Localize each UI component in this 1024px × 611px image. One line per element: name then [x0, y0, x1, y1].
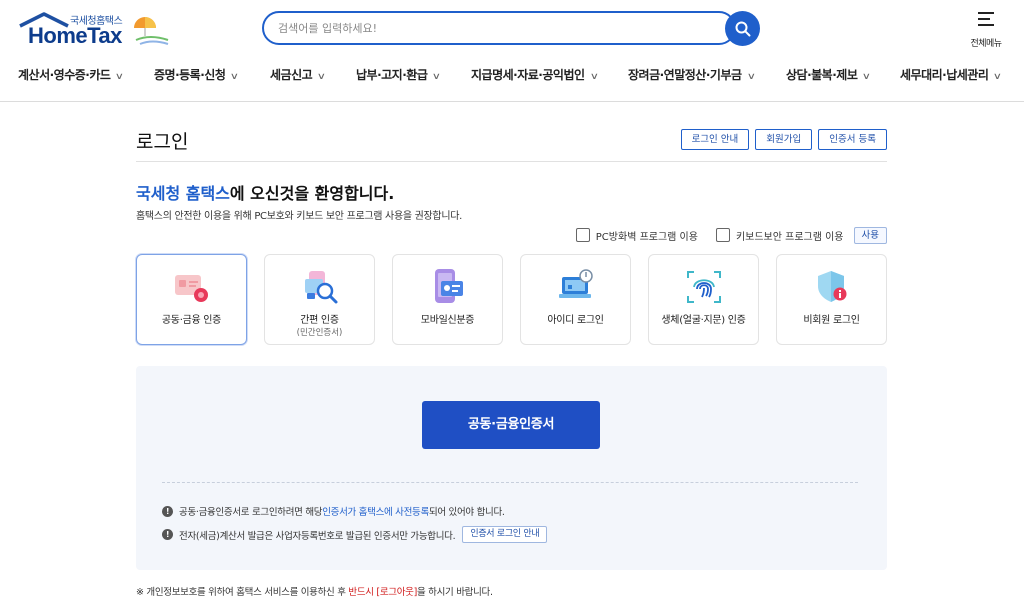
welcome-subtext: 홈택스의 안전한 이용을 위해 PC보호와 키보드 보안 프로그램 사용을 권장…: [136, 211, 463, 222]
panel-divider: [162, 482, 858, 483]
use-button[interactable]: 사용: [853, 226, 887, 244]
mobile-id-icon: [435, 269, 463, 303]
search-box: [262, 11, 736, 45]
method-label: 아이디 로그인: [547, 315, 604, 326]
chevron-down-icon: ∨: [862, 72, 871, 82]
nav-item-payment[interactable]: 납부·고지·환급 ∨: [356, 66, 441, 83]
chevron-down-icon: ∨: [115, 72, 124, 82]
hamburger-icon: [978, 12, 994, 26]
nav-item-invoices[interactable]: 계산서·영수증·카드 ∨: [18, 66, 124, 83]
search-button[interactable]: [725, 11, 760, 46]
welcome-heading: 국세청 홈택스에 오신것을 환영합니다.: [136, 184, 395, 203]
notice-tax-invoice: ! 전자(세금)계산서 발급은 사업자등록번호로 발급된 인증서만 가능합니다.…: [162, 526, 548, 543]
chevron-down-icon: ∨: [589, 72, 598, 82]
method-label: 공동·금융 인증: [161, 315, 222, 326]
method-mobile-id[interactable]: 모바일신분증: [392, 254, 503, 345]
title-divider: [136, 161, 887, 162]
shield-info-icon: [818, 271, 847, 302]
login-guide-button[interactable]: 로그인 안내: [680, 129, 750, 150]
method-simple-auth[interactable]: 간편 인증 (민간인증서): [264, 254, 375, 345]
chevron-down-icon: ∨: [316, 72, 326, 82]
laptop-id-icon: [559, 269, 593, 298]
umbrella-deco-icon: [134, 17, 169, 45]
method-label: 모바일신분증: [420, 315, 475, 326]
top-button-group: 로그인 안내 회원가입 인증서 등록: [680, 129, 887, 150]
keyboard-security-checkbox[interactable]: 키보드보안 프로그램 이용: [715, 228, 844, 243]
checkbox-box[interactable]: [715, 228, 730, 242]
joint-financial-cert-button[interactable]: 공동·금융인증서: [422, 401, 600, 449]
nav-item-consulting[interactable]: 상담·불복·제보 ∨: [786, 66, 871, 83]
method-joint-financial-cert[interactable]: 공동·금융 인증: [136, 254, 247, 345]
logo-text: HomeTax: [28, 23, 122, 48]
method-label: 생체(얼굴·지문) 인증: [661, 315, 746, 326]
method-label: 비회원 로그인: [803, 315, 860, 326]
info-icon: !: [162, 505, 173, 517]
nav-item-incentives[interactable]: 장려금·연말정산·기부금 ∨: [628, 66, 756, 83]
signup-button[interactable]: 회원가입: [755, 129, 813, 150]
method-id-login[interactable]: 아이디 로그인: [520, 254, 631, 345]
method-sublabel: (민간인증서): [296, 328, 343, 338]
cert-card-icon: [175, 275, 208, 302]
register-cert-button[interactable]: 인증서 등록: [818, 129, 887, 150]
nav-item-statements[interactable]: 지급명세·자료·공익법인 ∨: [471, 66, 599, 83]
chevron-down-icon: ∨: [230, 72, 239, 82]
hometax-logo[interactable]: 국세청홈택스 HomeTax: [18, 10, 169, 48]
nav-item-certificates[interactable]: 증명·등록·신청 ∨: [154, 66, 239, 83]
checkbox-box[interactable]: [575, 228, 590, 242]
notice-preregistration: ! 공동·금융인증서로 로그인하려면 해당 인증서가 홈택스에 사전등록 되어 있…: [162, 504, 505, 518]
logout-footnote: ※ 개인정보보호를 위하여 홈택스 서비스를 이용하신 후 반드시 [로그아웃]…: [136, 587, 493, 598]
security-options: PC방화벽 프로그램 이용 키보드보안 프로그램 이용 사용: [558, 226, 887, 244]
nav-divider: [0, 101, 1024, 102]
method-biometric[interactable]: 생체(얼굴·지문) 인증: [648, 254, 759, 345]
cert-login-panel: 공동·금융인증서 ! 공동·금융인증서로 로그인하려면 해당 인증서가 홈택스에…: [136, 366, 887, 570]
nav-item-tax-filing[interactable]: 세금신고 ∨: [270, 66, 326, 83]
fingerprint-icon: [687, 271, 721, 303]
all-menu-label: 전체메뉴: [970, 39, 1002, 49]
method-label: 간편 인증: [300, 315, 339, 326]
chevron-down-icon: ∨: [746, 72, 755, 82]
page-title: 로그인: [136, 131, 189, 153]
magnifier-card-icon: [305, 271, 338, 304]
nav-item-tax-agent[interactable]: 세무대리·납세관리 ∨: [900, 66, 1002, 83]
cert-login-guide-button[interactable]: 인증서 로그인 안내: [462, 526, 548, 543]
search-input[interactable]: [278, 18, 708, 38]
main-navigation: 계산서·영수증·카드 ∨ 증명·등록·신청 ∨ 세금신고 ∨ 납부·고지·환급 ∨ 지급…: [0, 62, 1024, 88]
method-non-member[interactable]: 비회원 로그인: [776, 254, 887, 345]
chevron-down-icon: ∨: [993, 72, 1002, 82]
chevron-down-icon: ∨: [432, 72, 441, 82]
firewall-checkbox[interactable]: PC방화벽 프로그램 이용: [575, 228, 698, 243]
info-icon: !: [162, 529, 173, 540]
search-icon: [735, 21, 750, 36]
all-menu-button[interactable]: 전체메뉴: [964, 12, 1008, 50]
